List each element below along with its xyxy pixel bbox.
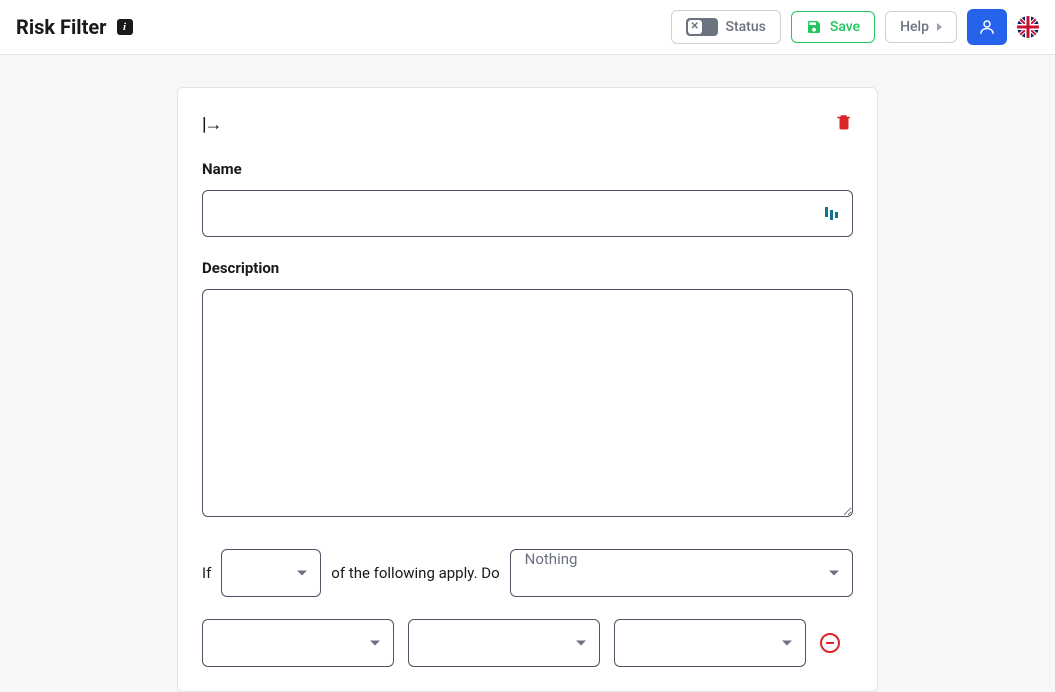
help-label: Help xyxy=(900,19,929,35)
header-left: Risk Filter i xyxy=(16,15,133,39)
rule-row: If of the following apply. Do Nothing xyxy=(202,549,853,597)
description-textarea[interactable] xyxy=(202,289,853,517)
main-content: |→ Name Description If xyxy=(0,55,1055,692)
cond-field2-wrapper xyxy=(408,619,600,667)
cond-field1-wrapper xyxy=(202,619,394,667)
user-button[interactable] xyxy=(967,9,1007,45)
chevron-right-icon xyxy=(937,23,942,31)
condition-field-select[interactable] xyxy=(202,619,394,667)
status-label: Status xyxy=(726,19,766,35)
condition-mode-wrapper xyxy=(221,549,321,597)
remove-condition-button[interactable] xyxy=(820,633,840,653)
action-wrapper: Nothing xyxy=(510,549,853,597)
delete-button[interactable] xyxy=(835,112,853,136)
filter-card: |→ Name Description If xyxy=(177,87,878,692)
page-title: Risk Filter xyxy=(16,15,107,39)
save-button[interactable]: Save xyxy=(791,11,875,43)
cond-field3-wrapper xyxy=(614,619,806,667)
condition-operator-select[interactable] xyxy=(408,619,600,667)
condition-row xyxy=(202,619,853,667)
minus-icon xyxy=(826,642,834,644)
name-label: Name xyxy=(202,160,853,178)
condition-mode-select[interactable] xyxy=(221,549,321,597)
move-right-icon[interactable]: |→ xyxy=(202,114,221,135)
info-icon[interactable]: i xyxy=(117,19,133,35)
user-icon xyxy=(978,18,996,36)
description-label: Description xyxy=(202,259,853,277)
save-label: Save xyxy=(830,19,860,35)
description-wrapper xyxy=(202,289,853,521)
page-header: Risk Filter i ✕ Status Save Help xyxy=(0,0,1055,55)
card-header: |→ xyxy=(202,112,853,136)
name-input-wrapper xyxy=(202,190,853,237)
trash-icon xyxy=(835,112,853,132)
if-text: If xyxy=(202,564,211,582)
condition-value-select[interactable] xyxy=(614,619,806,667)
save-icon xyxy=(806,19,822,35)
header-right: ✕ Status Save Help xyxy=(671,9,1040,45)
middle-text: of the following apply. Do xyxy=(331,564,499,582)
toggle-off-icon: ✕ xyxy=(686,18,718,36)
name-input[interactable] xyxy=(202,190,853,237)
status-button[interactable]: ✕ Status xyxy=(671,10,781,44)
translate-icon[interactable] xyxy=(825,206,839,222)
language-flag-icon[interactable] xyxy=(1017,16,1039,38)
action-select[interactable]: Nothing xyxy=(510,549,853,597)
help-button[interactable]: Help xyxy=(885,11,957,43)
